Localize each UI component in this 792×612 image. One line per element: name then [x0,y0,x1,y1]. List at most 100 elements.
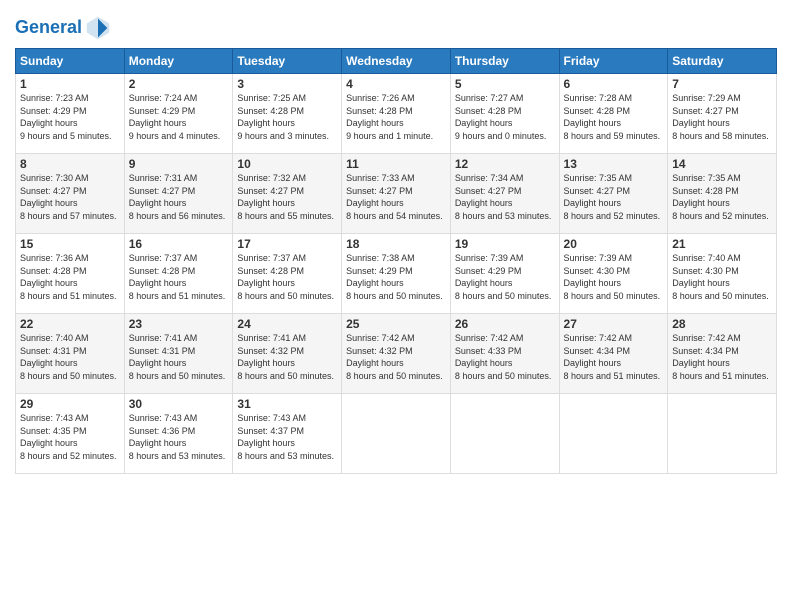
day-cell: 25 Sunrise: 7:42 AM Sunset: 4:32 PM Dayl… [342,314,451,394]
day-number: 25 [346,317,446,331]
logo-text: General [15,18,82,38]
day-cell: 26 Sunrise: 7:42 AM Sunset: 4:33 PM Dayl… [450,314,559,394]
day-number: 2 [129,77,229,91]
day-number: 20 [564,237,664,251]
day-info: Sunrise: 7:43 AM Sunset: 4:37 PM Dayligh… [237,412,337,462]
header-day-saturday: Saturday [668,49,777,74]
day-info: Sunrise: 7:31 AM Sunset: 4:27 PM Dayligh… [129,172,229,222]
header-day-tuesday: Tuesday [233,49,342,74]
day-number: 24 [237,317,337,331]
day-info: Sunrise: 7:32 AM Sunset: 4:27 PM Dayligh… [237,172,337,222]
day-cell: 14 Sunrise: 7:35 AM Sunset: 4:28 PM Dayl… [668,154,777,234]
day-cell: 24 Sunrise: 7:41 AM Sunset: 4:32 PM Dayl… [233,314,342,394]
day-cell [342,394,451,474]
header-day-friday: Friday [559,49,668,74]
day-cell: 31 Sunrise: 7:43 AM Sunset: 4:37 PM Dayl… [233,394,342,474]
day-number: 27 [564,317,664,331]
week-row-1: 1 Sunrise: 7:23 AM Sunset: 4:29 PM Dayli… [16,74,777,154]
day-cell: 2 Sunrise: 7:24 AM Sunset: 4:29 PM Dayli… [124,74,233,154]
day-number: 28 [672,317,772,331]
day-info: Sunrise: 7:39 AM Sunset: 4:30 PM Dayligh… [564,252,664,302]
day-cell: 18 Sunrise: 7:38 AM Sunset: 4:29 PM Dayl… [342,234,451,314]
day-info: Sunrise: 7:42 AM Sunset: 4:33 PM Dayligh… [455,332,555,382]
day-number: 12 [455,157,555,171]
day-number: 22 [20,317,120,331]
day-number: 1 [20,77,120,91]
day-cell: 29 Sunrise: 7:43 AM Sunset: 4:35 PM Dayl… [16,394,125,474]
day-number: 18 [346,237,446,251]
day-cell: 5 Sunrise: 7:27 AM Sunset: 4:28 PM Dayli… [450,74,559,154]
day-cell: 1 Sunrise: 7:23 AM Sunset: 4:29 PM Dayli… [16,74,125,154]
day-number: 15 [20,237,120,251]
day-info: Sunrise: 7:26 AM Sunset: 4:28 PM Dayligh… [346,92,446,142]
day-cell: 7 Sunrise: 7:29 AM Sunset: 4:27 PM Dayli… [668,74,777,154]
day-cell: 22 Sunrise: 7:40 AM Sunset: 4:31 PM Dayl… [16,314,125,394]
day-info: Sunrise: 7:37 AM Sunset: 4:28 PM Dayligh… [237,252,337,302]
day-info: Sunrise: 7:27 AM Sunset: 4:28 PM Dayligh… [455,92,555,142]
day-cell: 19 Sunrise: 7:39 AM Sunset: 4:29 PM Dayl… [450,234,559,314]
calendar-table: SundayMondayTuesdayWednesdayThursdayFrid… [15,48,777,474]
header: General [15,10,777,42]
day-number: 14 [672,157,772,171]
calendar-body: 1 Sunrise: 7:23 AM Sunset: 4:29 PM Dayli… [16,74,777,474]
day-info: Sunrise: 7:41 AM Sunset: 4:31 PM Dayligh… [129,332,229,382]
day-cell: 13 Sunrise: 7:35 AM Sunset: 4:27 PM Dayl… [559,154,668,234]
day-number: 31 [237,397,337,411]
day-info: Sunrise: 7:34 AM Sunset: 4:27 PM Dayligh… [455,172,555,222]
day-number: 13 [564,157,664,171]
day-info: Sunrise: 7:42 AM Sunset: 4:34 PM Dayligh… [564,332,664,382]
day-cell: 12 Sunrise: 7:34 AM Sunset: 4:27 PM Dayl… [450,154,559,234]
day-cell: 8 Sunrise: 7:30 AM Sunset: 4:27 PM Dayli… [16,154,125,234]
day-info: Sunrise: 7:35 AM Sunset: 4:27 PM Dayligh… [564,172,664,222]
header-day-wednesday: Wednesday [342,49,451,74]
day-cell: 6 Sunrise: 7:28 AM Sunset: 4:28 PM Dayli… [559,74,668,154]
day-info: Sunrise: 7:40 AM Sunset: 4:30 PM Dayligh… [672,252,772,302]
day-cell: 11 Sunrise: 7:33 AM Sunset: 4:27 PM Dayl… [342,154,451,234]
day-number: 9 [129,157,229,171]
day-info: Sunrise: 7:25 AM Sunset: 4:28 PM Dayligh… [237,92,337,142]
day-info: Sunrise: 7:39 AM Sunset: 4:29 PM Dayligh… [455,252,555,302]
day-number: 17 [237,237,337,251]
day-cell [668,394,777,474]
header-day-sunday: Sunday [16,49,125,74]
day-number: 26 [455,317,555,331]
day-info: Sunrise: 7:43 AM Sunset: 4:36 PM Dayligh… [129,412,229,462]
day-cell: 28 Sunrise: 7:42 AM Sunset: 4:34 PM Dayl… [668,314,777,394]
calendar-header-row: SundayMondayTuesdayWednesdayThursdayFrid… [16,49,777,74]
day-cell: 9 Sunrise: 7:31 AM Sunset: 4:27 PM Dayli… [124,154,233,234]
day-info: Sunrise: 7:42 AM Sunset: 4:34 PM Dayligh… [672,332,772,382]
calendar-page: General SundayMondayTuesdayWednesdayThur… [0,0,792,612]
day-cell [450,394,559,474]
day-cell: 10 Sunrise: 7:32 AM Sunset: 4:27 PM Dayl… [233,154,342,234]
day-info: Sunrise: 7:35 AM Sunset: 4:28 PM Dayligh… [672,172,772,222]
week-row-3: 15 Sunrise: 7:36 AM Sunset: 4:28 PM Dayl… [16,234,777,314]
day-number: 8 [20,157,120,171]
day-cell: 15 Sunrise: 7:36 AM Sunset: 4:28 PM Dayl… [16,234,125,314]
day-info: Sunrise: 7:41 AM Sunset: 4:32 PM Dayligh… [237,332,337,382]
header-day-thursday: Thursday [450,49,559,74]
week-row-5: 29 Sunrise: 7:43 AM Sunset: 4:35 PM Dayl… [16,394,777,474]
day-info: Sunrise: 7:28 AM Sunset: 4:28 PM Dayligh… [564,92,664,142]
day-number: 23 [129,317,229,331]
day-number: 4 [346,77,446,91]
day-number: 29 [20,397,120,411]
day-number: 10 [237,157,337,171]
day-cell: 21 Sunrise: 7:40 AM Sunset: 4:30 PM Dayl… [668,234,777,314]
day-number: 30 [129,397,229,411]
day-info: Sunrise: 7:37 AM Sunset: 4:28 PM Dayligh… [129,252,229,302]
logo-icon [84,14,112,42]
day-number: 5 [455,77,555,91]
day-info: Sunrise: 7:42 AM Sunset: 4:32 PM Dayligh… [346,332,446,382]
day-info: Sunrise: 7:43 AM Sunset: 4:35 PM Dayligh… [20,412,120,462]
day-info: Sunrise: 7:38 AM Sunset: 4:29 PM Dayligh… [346,252,446,302]
day-cell: 20 Sunrise: 7:39 AM Sunset: 4:30 PM Dayl… [559,234,668,314]
day-info: Sunrise: 7:33 AM Sunset: 4:27 PM Dayligh… [346,172,446,222]
day-number: 11 [346,157,446,171]
day-info: Sunrise: 7:40 AM Sunset: 4:31 PM Dayligh… [20,332,120,382]
day-info: Sunrise: 7:30 AM Sunset: 4:27 PM Dayligh… [20,172,120,222]
day-number: 21 [672,237,772,251]
header-day-monday: Monday [124,49,233,74]
day-cell: 3 Sunrise: 7:25 AM Sunset: 4:28 PM Dayli… [233,74,342,154]
day-cell: 16 Sunrise: 7:37 AM Sunset: 4:28 PM Dayl… [124,234,233,314]
day-cell: 4 Sunrise: 7:26 AM Sunset: 4:28 PM Dayli… [342,74,451,154]
